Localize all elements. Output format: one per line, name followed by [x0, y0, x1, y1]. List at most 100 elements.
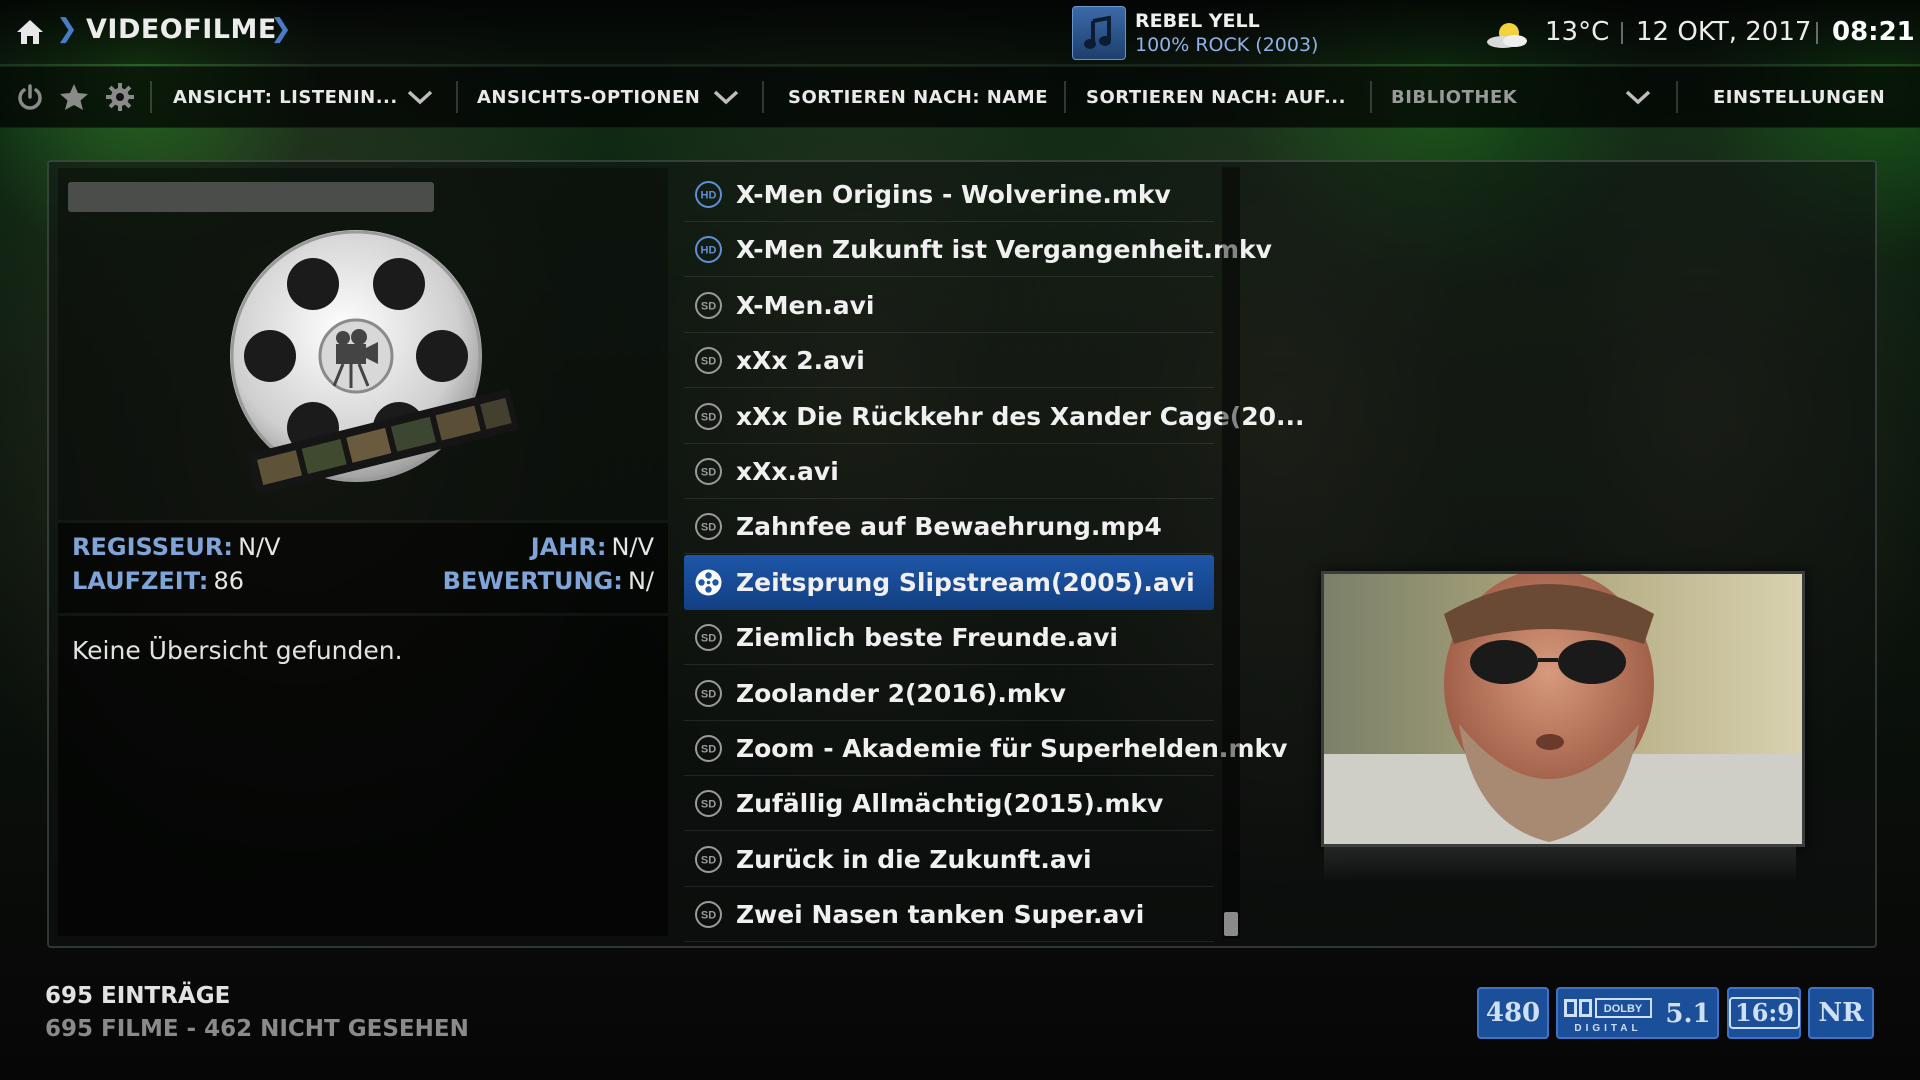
- list-item[interactable]: SD xXx.avi: [684, 444, 1214, 499]
- list-item-label: X-Men.avi: [736, 290, 875, 320]
- toolbar: ANSICHT: LISTENIN... ANSICHTS-OPTIONEN S…: [0, 66, 1920, 128]
- chevron-down-icon[interactable]: [1624, 87, 1652, 107]
- home-icon[interactable]: [14, 16, 46, 48]
- sd-quality-icon: SD: [695, 735, 722, 762]
- divider: [1676, 81, 1678, 113]
- list-item[interactable]: SD Ziemlich beste Freunde.avi: [684, 610, 1214, 666]
- preview-reflection: [1324, 846, 1796, 882]
- sd-quality-icon: SD: [695, 347, 722, 375]
- list-item[interactable]: SD Zufällig Allmächtig(2015).mkv: [684, 776, 1214, 832]
- chevron-down-icon[interactable]: [406, 87, 434, 107]
- divider: [1816, 22, 1818, 44]
- list-item[interactable]: SD X-Men.avi: [684, 278, 1214, 333]
- plot-box: Keine Übersicht gefunden.: [58, 616, 668, 936]
- info-column: REGISSEUR: N/V JAHR: N/V LAUFZEIT: 86 BE…: [58, 168, 668, 936]
- list-item-label: Ziemlich beste Freunde.avi: [736, 623, 1118, 653]
- list-item[interactable]: Zeitsprung Slipstream(2005).avi: [684, 554, 1214, 610]
- settings-button[interactable]: EINSTELLUNGEN: [1713, 87, 1885, 108]
- list-item-label: xXx.avi: [736, 457, 839, 486]
- dolby-logo-icon: DOLBY DIGITAL 5.1: [1564, 998, 1711, 1034]
- sd-quality-icon: SD: [695, 679, 722, 707]
- list-item-label: Zoolander 2(2016).mkv: [736, 678, 1066, 708]
- sd-quality-icon: SD: [695, 402, 722, 430]
- film-reel-icon: [230, 230, 518, 495]
- svg-text:HD: HD: [701, 190, 717, 202]
- divider: [150, 81, 152, 113]
- library-summary: 695 FILME - 462 NICHT GESEHEN: [45, 1016, 469, 1042]
- chevron-right-icon: ❯: [56, 14, 78, 44]
- runtime-label: LAUFZEIT:: [72, 567, 209, 595]
- list-scrollbar[interactable]: [1222, 167, 1240, 939]
- svg-text:SD: SD: [701, 300, 716, 312]
- digital-text: DIGITAL: [1574, 1023, 1641, 1034]
- sort-by-button[interactable]: SORTIEREN NACH: NAME: [788, 87, 1048, 108]
- film-reel-icon: [695, 569, 722, 596]
- svg-text:HD: HD: [701, 245, 717, 257]
- list-item[interactable]: SD Zwei Nasen tanken Super.avi: [684, 887, 1214, 943]
- movie-meta: REGISSEUR: N/V JAHR: N/V LAUFZEIT: 86 BE…: [58, 523, 668, 613]
- year-label: JAHR:: [530, 533, 607, 561]
- list-item-label: xXx Die Rückkehr des Xander Cage(20...: [736, 401, 1305, 431]
- movie-preview-image: [1321, 569, 1805, 847]
- list-item-label: Zwei Nasen tanken Super.avi: [736, 900, 1145, 930]
- partly-sunny-icon: [1487, 23, 1527, 48]
- divider: [1370, 81, 1372, 113]
- temperature: 13°C: [1545, 17, 1610, 47]
- director-value: N/V: [238, 533, 281, 561]
- list-item-label: Zufällig Allmächtig(2015).mkv: [736, 789, 1164, 819]
- list-item-label: Zurück in die Zukunft.avi: [736, 844, 1092, 874]
- list-item-label: Zoom - Akademie für Superhelden.mkv: [736, 734, 1288, 763]
- director-label: REGISSEUR:: [72, 533, 233, 561]
- sd-quality-icon: SD: [695, 624, 722, 652]
- svg-text:SD: SD: [701, 688, 716, 700]
- scrollbar-thumb[interactable]: [1224, 912, 1238, 936]
- svg-text:SD: SD: [701, 854, 716, 866]
- sd-quality-icon: SD: [695, 291, 722, 319]
- sd-quality-icon: SD: [695, 513, 722, 541]
- hd-quality-icon: HD: [695, 181, 722, 208]
- chevron-down-icon[interactable]: [712, 87, 740, 107]
- aspect-ratio-badge: 16:9: [1727, 987, 1801, 1039]
- page-title: VIDEOFILME: [86, 14, 277, 45]
- list-item[interactable]: SD xXx 2.avi: [684, 333, 1214, 389]
- library-button[interactable]: BIBLIOTHEK: [1391, 87, 1517, 108]
- list-item[interactable]: SD xXx Die Rückkehr des Xander Cage(20...: [684, 389, 1304, 444]
- view-options-button[interactable]: ANSICHTS-OPTIONEN: [477, 87, 700, 108]
- list-item[interactable]: SD Zahnfee auf Bewaehrung.mp4: [684, 499, 1214, 555]
- rating-value: N/: [627, 567, 654, 595]
- list-item-label: xXx 2.avi: [736, 346, 865, 376]
- row-divider: [684, 941, 1214, 943]
- list-item-label: X-Men Zukunft ist Vergangenheit.mkv: [736, 235, 1272, 265]
- list-item-label: Zahnfee auf Bewaehrung.mp4: [736, 512, 1162, 542]
- favourites-star-icon[interactable]: [58, 81, 90, 113]
- sd-quality-icon: SD: [695, 845, 722, 873]
- audio-badge: DOLBY DIGITAL 5.1: [1556, 987, 1719, 1039]
- sd-quality-icon: SD: [695, 901, 722, 929]
- top-bar: ❯ VIDEOFILME ❯ REBEL YELL 100% ROCK (200…: [0, 0, 1920, 64]
- svg-text:SD: SD: [701, 467, 716, 479]
- list-item[interactable]: SD Zoom - Akademie für Superhelden.mkv: [684, 721, 1287, 776]
- clock: 08:21: [1832, 17, 1915, 47]
- view-mode-button[interactable]: ANSICHT: LISTENIN...: [173, 87, 398, 108]
- divider: [1064, 81, 1066, 113]
- svg-text:SD: SD: [701, 522, 716, 534]
- svg-text:SD: SD: [701, 910, 716, 922]
- list-item[interactable]: HD X-Men Zukunft ist Vergangenheit.mkv: [684, 222, 1272, 278]
- divider: [1621, 22, 1623, 44]
- file-list: HD X-Men Origins - Wolverine.mkv HD X-Men Z…: [684, 167, 1304, 943]
- sort-order-button[interactable]: SORTIEREN NACH: AUF...: [1086, 87, 1346, 108]
- list-item[interactable]: SD Zurück in die Zukunft.avi: [684, 832, 1214, 887]
- title-placeholder-bar: [68, 182, 434, 212]
- music-note-icon: [1072, 6, 1126, 60]
- power-icon[interactable]: [14, 81, 46, 113]
- svg-text:SD: SD: [701, 411, 716, 423]
- now-playing-title: REBEL YELL: [1135, 10, 1260, 32]
- plot-text: Keine Übersicht gefunden.: [72, 636, 403, 665]
- list-item[interactable]: SD Zoolander 2(2016).mkv: [684, 666, 1214, 721]
- aspect-ratio-text: 16:9: [1729, 997, 1800, 1029]
- gear-icon[interactable]: [104, 81, 136, 113]
- list-item[interactable]: HD X-Men Origins - Wolverine.mkv: [684, 167, 1214, 222]
- resolution-badge: 480: [1477, 987, 1549, 1039]
- date: 12 OKT, 2017: [1636, 17, 1812, 47]
- svg-text:SD: SD: [701, 356, 716, 368]
